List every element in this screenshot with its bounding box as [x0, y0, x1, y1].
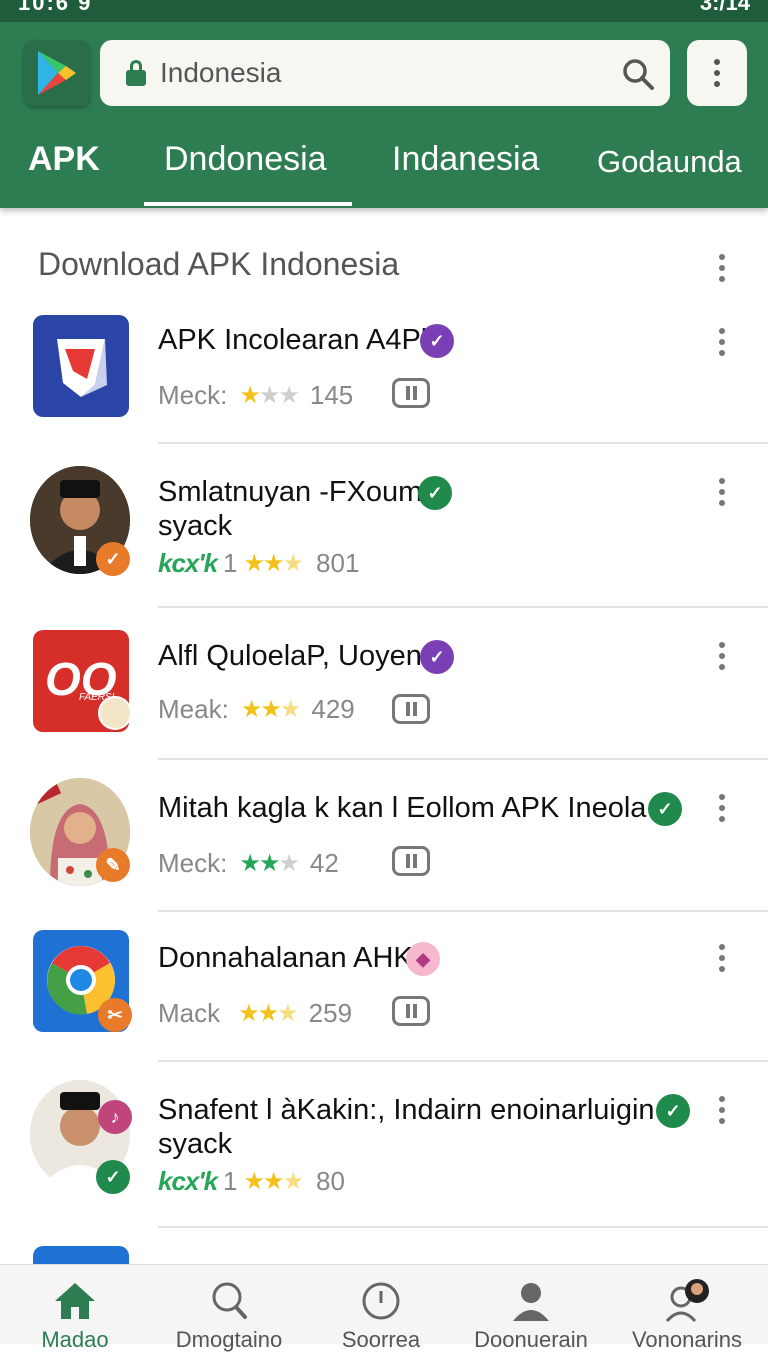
edit-badge-icon: ✎	[96, 848, 130, 882]
rating-count: 429	[311, 694, 355, 724]
item-subtitle: syack	[158, 510, 233, 542]
meta-label: Mack	[158, 998, 221, 1028]
more-options-icon[interactable]	[717, 794, 727, 822]
item-title: Donnahalanan AHK	[158, 942, 413, 974]
rating-count: 42	[309, 848, 339, 878]
rating-count: 80	[316, 1166, 345, 1196]
nav-label: Dmogtaino	[175, 1327, 283, 1352]
item-tag: kcx'k	[158, 1166, 218, 1196]
nav-updates[interactable]: Soorrea	[306, 1265, 456, 1352]
app-icon	[33, 1246, 129, 1266]
more-options-icon[interactable]	[717, 478, 727, 506]
home-icon	[55, 1283, 95, 1319]
more-options-icon[interactable]	[717, 1096, 727, 1124]
nav-account[interactable]: Vononarins	[612, 1265, 762, 1352]
nav-label: Soorrea	[341, 1327, 421, 1352]
item-title: Smlatnuyan -FXoum	[158, 476, 423, 508]
feature-badge-icon: ♪	[98, 1100, 132, 1134]
update-icon[interactable]	[392, 846, 430, 876]
verified-badge-icon: ◆	[406, 942, 440, 976]
rating-stars-icon: ★★★	[243, 550, 304, 577]
item-meta: Meck: ★★★ 145	[158, 380, 353, 411]
app-icon	[33, 315, 129, 417]
status-bar: 10:6 9 3:/14	[0, 0, 768, 22]
verified-badge-icon: ✓	[420, 640, 454, 674]
status-time-right: 3:/14	[699, 0, 750, 15]
rating-stars-icon: ★★★	[240, 696, 301, 723]
tab-apk[interactable]: APK	[28, 140, 100, 179]
nav-label: Madao	[41, 1327, 109, 1352]
person-icon	[513, 1283, 549, 1321]
nav-label: Vononarins	[631, 1327, 743, 1352]
rating-count: 801	[316, 548, 360, 578]
rating-count: 145	[309, 380, 354, 410]
divider	[158, 910, 768, 912]
more-options-icon[interactable]	[717, 328, 727, 356]
divider	[158, 1226, 768, 1228]
search-icon[interactable]	[620, 56, 656, 92]
verified-badge-icon: ✓	[648, 792, 682, 826]
nav-search[interactable]: Dmogtaino	[154, 1265, 304, 1352]
tab-bar: APK Dndonesia Indanesia Godaunda	[0, 128, 768, 208]
check-badge-icon: ✓	[96, 542, 130, 576]
lock-icon	[126, 60, 146, 86]
tab-indanesia[interactable]: Indanesia	[392, 140, 539, 179]
rating-stars-icon: ★★★	[238, 1000, 298, 1027]
check-badge-icon: ✓	[96, 1160, 130, 1194]
more-options-icon[interactable]	[717, 944, 727, 972]
nav-home[interactable]: Madao	[0, 1265, 150, 1352]
item-tag: kcx'k	[158, 548, 218, 578]
overflow-menu-button[interactable]	[687, 40, 747, 106]
item-meta: Mack ★★★ 259	[158, 998, 352, 1029]
clock-icon	[362, 1282, 400, 1320]
item-title: Snafent l àKakin:, Indairn enoinarluigin	[158, 1094, 655, 1126]
section-title: Download APK Indonesia	[38, 246, 400, 282]
update-icon[interactable]	[392, 996, 430, 1026]
nav-label: Doonuerain	[474, 1327, 588, 1352]
avatar-badge-icon	[98, 696, 132, 730]
item-meta: kcx'k 1 ★★★ 801	[158, 548, 359, 579]
item-meta: kcx'k 1 ★★★ 80	[158, 1166, 345, 1197]
verified-badge-icon: ✓	[418, 476, 452, 510]
account-icon	[665, 1279, 709, 1323]
item-tag-number: 1	[223, 548, 238, 578]
bottom-navigation: Madao Dmogtaino Soorrea Doonuerain Vonon…	[0, 1264, 768, 1352]
section-more-icon[interactable]	[717, 254, 727, 282]
tab-godaunda[interactable]: Godaunda	[597, 144, 742, 180]
item-title: Mitah kagla k kan l Eollom APK Ineola	[158, 792, 647, 824]
divider	[158, 1060, 768, 1062]
search-bar[interactable]: Indonesia	[100, 40, 670, 106]
play-store-logo-icon[interactable]	[24, 40, 90, 106]
item-title: Alfl QuloelaP, Uoyen	[158, 640, 422, 672]
meta-label: Meck:	[158, 380, 228, 410]
rating-count: 259	[308, 998, 353, 1028]
item-meta: Meck: ★★★ 42	[158, 848, 339, 879]
update-icon[interactable]	[392, 694, 430, 724]
update-icon[interactable]	[392, 378, 430, 408]
rating-stars-icon: ★★★	[243, 1168, 304, 1195]
meta-label: Meck:	[158, 848, 228, 878]
divider	[158, 606, 768, 608]
status-time-left: 10:6 9	[18, 0, 93, 15]
tab-dndonesia[interactable]: Dndonesia	[164, 140, 327, 179]
app-header: 10:6 9 3:/14 Indonesia APK Dndonesia Ind…	[0, 0, 768, 208]
meta-label: Meak:	[158, 694, 229, 724]
divider	[158, 758, 768, 760]
item-meta: Meak: ★★★ 429	[158, 694, 355, 725]
item-subtitle: syack	[158, 1128, 233, 1160]
item-tag-number: 1	[223, 1166, 238, 1196]
rating-stars-icon: ★★★	[239, 382, 300, 409]
rating-stars-icon: ★★★	[239, 850, 299, 877]
verified-badge-icon: ✓	[656, 1094, 690, 1128]
item-title: APK Incolearan A4Pl	[158, 324, 428, 356]
tool-badge-icon: ✂	[98, 998, 132, 1032]
more-options-icon[interactable]	[717, 642, 727, 670]
search-input[interactable]: Indonesia	[160, 57, 281, 89]
active-tab-indicator	[144, 202, 352, 206]
search-person-icon	[212, 1282, 247, 1319]
divider	[158, 442, 768, 444]
verified-badge-icon: ✓	[420, 324, 454, 358]
nav-profile[interactable]: Doonuerain	[456, 1265, 606, 1352]
